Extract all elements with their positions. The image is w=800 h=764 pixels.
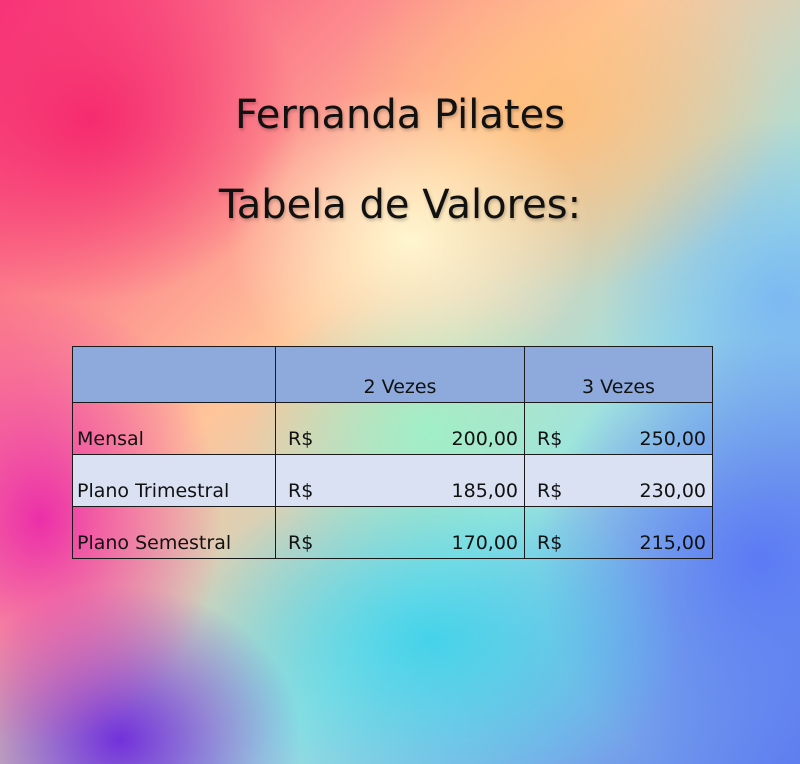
header-cell-empty [72, 346, 276, 403]
table-row: Plano Semestral R$ 170,00 R$ 215,00 [72, 506, 713, 559]
price-cell: R$ 250,00 [524, 402, 713, 455]
row-label: Mensal [77, 428, 144, 450]
currency-symbol: R$ [288, 428, 314, 450]
table-row: Plano Trimestral R$ 185,00 R$ 230,00 [72, 454, 713, 507]
row-label: Plano Semestral [77, 532, 232, 554]
price-value: 170,00 [451, 532, 518, 554]
price-cell: R$ 230,00 [524, 454, 713, 507]
header-cell-3x: 3 Vezes [524, 346, 713, 403]
row-label-cell: Plano Semestral [72, 506, 276, 559]
price-cell: R$ 200,00 [275, 402, 525, 455]
table-header-row: 2 Vezes 3 Vezes [72, 346, 713, 403]
price-value: 200,00 [451, 428, 518, 450]
currency-symbol: R$ [288, 532, 314, 554]
price-value: 215,00 [639, 532, 706, 554]
price-cell: R$ 170,00 [275, 506, 525, 559]
row-label-cell: Mensal [72, 402, 276, 455]
price-value: 185,00 [451, 480, 518, 502]
row-label: Plano Trimestral [77, 480, 230, 502]
currency-symbol: R$ [537, 480, 563, 502]
row-label-cell: Plano Trimestral [72, 454, 276, 507]
currency-symbol: R$ [537, 428, 563, 450]
price-table: 2 Vezes 3 Vezes Mensal R$ 200,00 R$ 250,… [72, 346, 713, 559]
price-cell: R$ 215,00 [524, 506, 713, 559]
page-subtitle: Tabela de Valores: [218, 182, 582, 228]
header-cell-2x: 2 Vezes [275, 346, 525, 403]
price-cell: R$ 185,00 [275, 454, 525, 507]
price-value: 230,00 [639, 480, 706, 502]
currency-symbol: R$ [288, 480, 314, 502]
price-value: 250,00 [639, 428, 706, 450]
table-row: Mensal R$ 200,00 R$ 250,00 [72, 402, 713, 455]
page-title: Fernanda Pilates [234, 92, 566, 138]
currency-symbol: R$ [537, 532, 563, 554]
